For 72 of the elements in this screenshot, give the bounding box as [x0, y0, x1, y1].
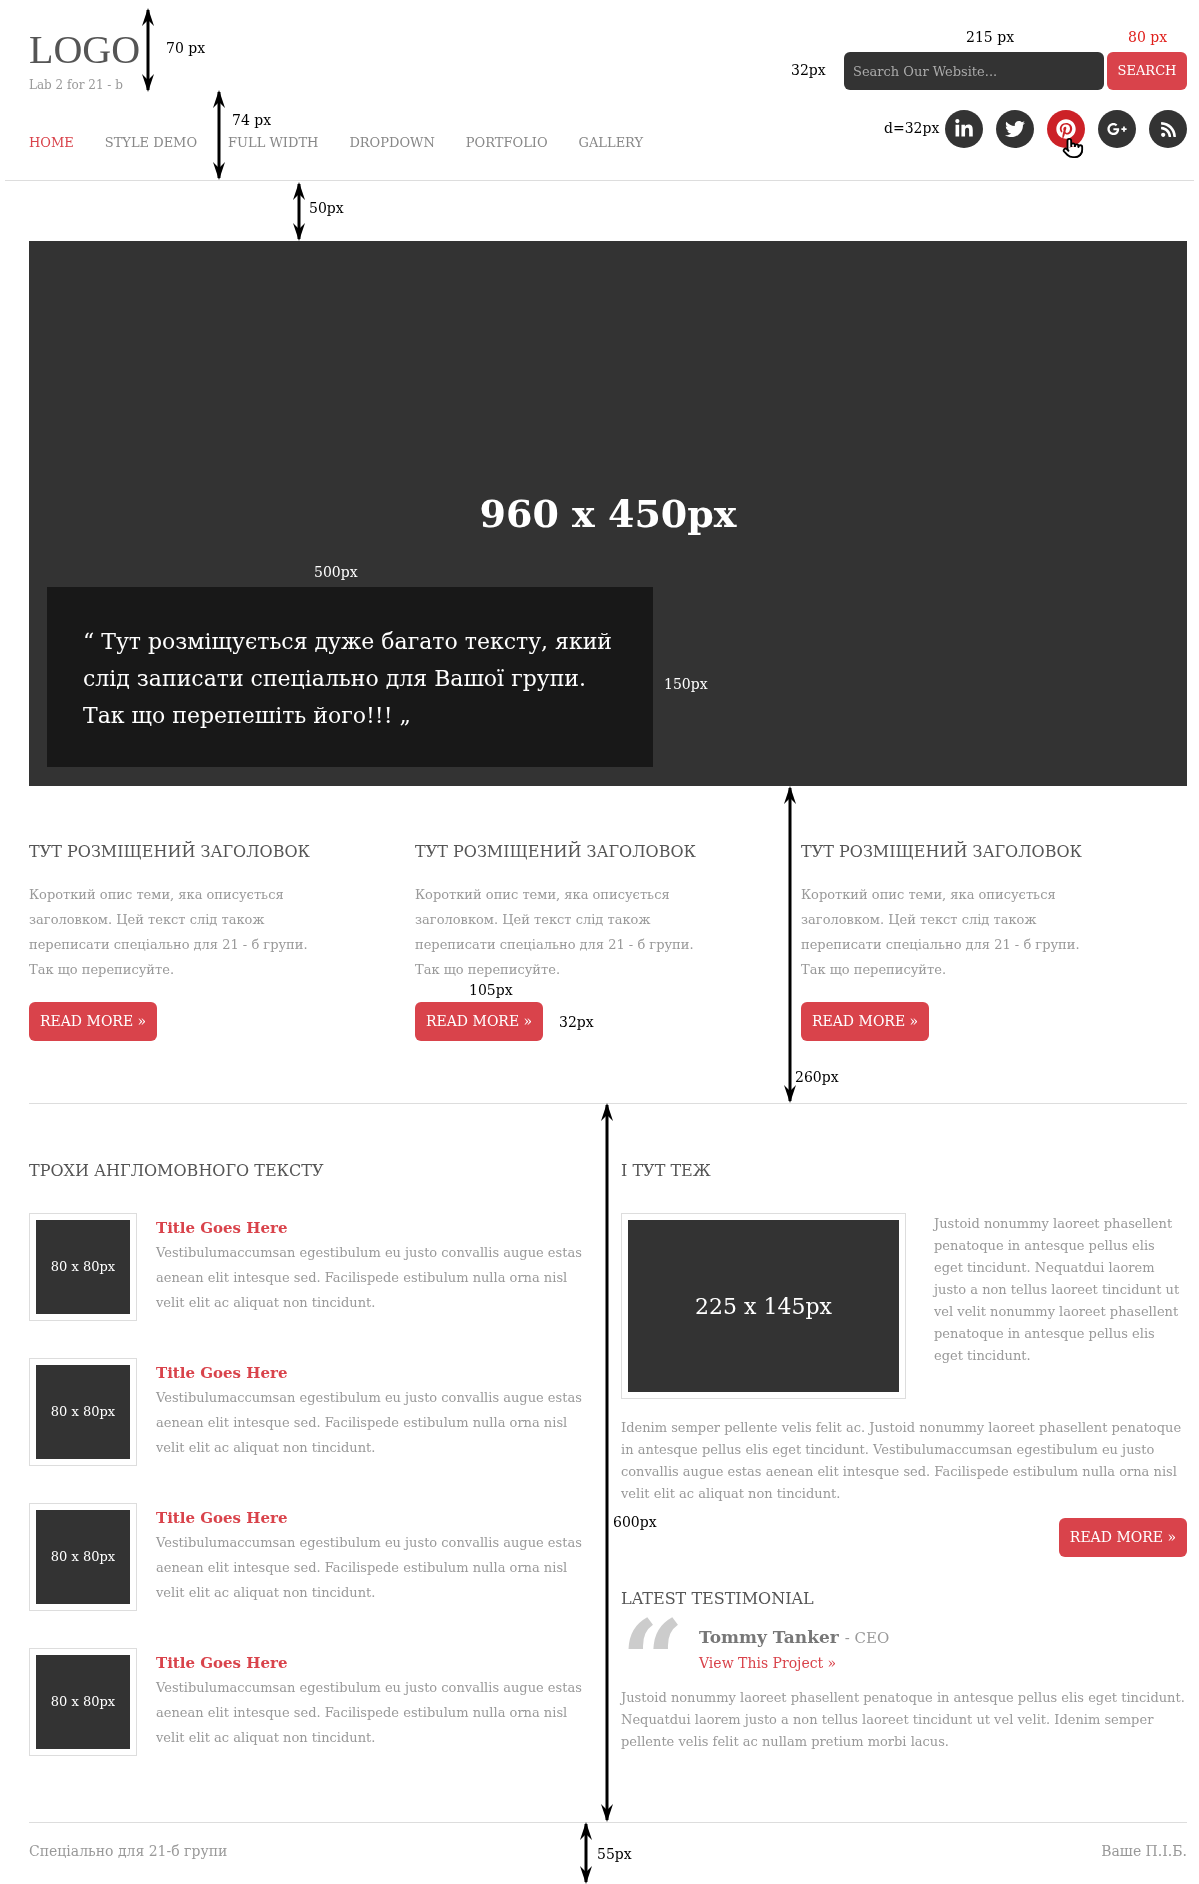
nav-link[interactable]: PORTFOLIO — [465, 133, 548, 153]
read-more-button[interactable]: READ MORE » — [415, 1002, 544, 1041]
social-button[interactable] — [1047, 110, 1085, 148]
dimension-label: 600px — [613, 1514, 657, 1530]
footer-author: Ваше П.І.Б. — [1101, 1842, 1187, 1861]
dimension-label: 55px — [597, 1846, 632, 1862]
dimension-label: 32px — [559, 1014, 594, 1030]
item-text: Vestibulumaccumsan egestibulum eu justo convallis augue estas aenean elit intesque sed. Facilispede estibulum nulla orna nisl velit elit ac aliquat non tincidunt. — [156, 1679, 583, 1747]
section-heading: І ТУТ ТЕЖ — [621, 1160, 712, 1182]
logo-text: LOGO — [29, 30, 141, 70]
dimension-label: d=32px — [884, 120, 940, 136]
dimension-label: 74 px — [232, 112, 272, 128]
item-text: Vestibulumaccumsan egestibulum eu justo convallis augue estas aenean elit intesque sed. Facilispede estibulum nulla orna nisl velit elit ac aliquat non tincidunt. — [156, 1244, 583, 1312]
section-heading: LATEST TESTIMONIAL — [621, 1588, 815, 1610]
search-button[interactable]: SEARCH — [1107, 52, 1187, 90]
item-text: Vestibulumaccumsan egestibulum eu justo convallis augue estas aenean elit intesque sed. Facilispede estibulum nulla orna nisl velit elit ac aliquat non tincidunt. — [156, 1534, 583, 1602]
item-text: Vestibulumaccumsan egestibulum eu justo convallis augue estas aenean elit intesque sed. Facilispede estibulum nulla orna nisl velit elit ac aliquat non tincidunt. — [156, 1389, 583, 1457]
social-button[interactable] — [945, 110, 983, 148]
thumbnail-size-label: 80 x 80px — [50, 1403, 116, 1422]
read-more-button[interactable]: READ MORE » — [1058, 1518, 1187, 1557]
feature-heading: ТУТ РОЗМІЩЕНИЙ ЗАГОЛОВОК — [415, 840, 697, 863]
nav-link[interactable]: FULL WIDTH — [228, 133, 319, 153]
dimension-label: 50px — [309, 200, 344, 216]
footer-text: Спеціально для 21-б групи — [29, 1842, 228, 1861]
dimension-label: 260px — [795, 1069, 839, 1085]
search-field[interactable]: Search Our Website... — [844, 52, 1104, 90]
nav-link[interactable]: STYLE DEMO — [104, 133, 198, 153]
thumbnail-size-label: 80 x 80px — [50, 1693, 116, 1712]
nav-link[interactable]: DROPDOWN — [349, 133, 435, 153]
linkedin-icon — [954, 119, 974, 139]
read-more-button[interactable]: READ MORE » — [29, 1002, 158, 1041]
dimension-label: 80 px — [1128, 29, 1168, 45]
side-text: Justoid nonummy laoreet phasellent penatoque in antesque pellus elis eget tincidunt. Nequatdui laorem justo a non tellus laoreet tincidunt ut vel velit nonummy laoreet phasellent penatoque in antesque pellus elis eget tincidunt. — [934, 1215, 1181, 1365]
item-title-link[interactable]: Title Goes Here — [156, 1217, 288, 1239]
thumbnail-size-label: 80 x 80px — [50, 1548, 116, 1567]
image-size-label: 225 x 145px — [695, 1292, 832, 1321]
bird-icon — [1005, 119, 1025, 139]
social-button[interactable] — [996, 110, 1034, 148]
section-heading: ТРОХИ АНГЛОМОВНОГО ТЕКСТУ — [29, 1160, 325, 1182]
rss-icon — [1159, 120, 1177, 138]
feature-heading: ТУТ РОЗМІЩЕНИЙ ЗАГОЛОВОК — [801, 840, 1083, 863]
view-project-link[interactable]: View This Project » — [699, 1652, 837, 1674]
dimension-label: 105px — [469, 982, 513, 998]
dimension-label: 150px — [664, 676, 708, 692]
logo-subtitle: Lab 2 for 21 - b — [29, 77, 124, 94]
feature-heading: ТУТ РОЗМІЩЕНИЙ ЗАГОЛОВОК — [29, 840, 311, 863]
testimonial-role: - CEO — [844, 1628, 890, 1649]
hero-size-label: 960 x 450px — [479, 490, 737, 538]
item-title-link[interactable]: Title Goes Here — [156, 1362, 288, 1384]
section-text: Idenim semper pellente velis felit ac. Justoid nonummy laoreet phasellent penatoque in antesque pellus elis eget tincidunt. Vestibulumaccumsan egestibulum eu justo convallis augue estas aenean elit intesque sed. Facilispede estibulum nulla orna nisl velit elit ac aliquat non tincidunt. — [621, 1419, 1183, 1503]
hand-cursor-icon — [1062, 136, 1084, 160]
dimension-label: 70 px — [166, 40, 206, 56]
feature-text: Короткий опис теми, яка описується заголовком. Цей текст слід також переписати спеціально для 21 - б групи. Так що переписуйте. — [415, 886, 695, 979]
testimonial-name: Tommy Tanker — [699, 1626, 839, 1649]
feature-text: Короткий опис теми, яка описується заголовком. Цей текст слід також переписати спеціально для 21 - б групи. Так що переписуйте. — [29, 886, 309, 979]
dimension-label: 500px — [314, 564, 358, 580]
hero-caption: “ Тут розміщується дуже багато тексту, який слід записати спеціально для Вашої групи. Так що перепешіть його!!! „ — [83, 628, 614, 730]
social-button[interactable] — [1149, 110, 1187, 148]
item-title-link[interactable]: Title Goes Here — [156, 1652, 288, 1674]
feature-text: Короткий опис теми, яка описується заголовком. Цей текст слід також переписати спеціально для 21 - б групи. Так що переписуйте. — [801, 886, 1081, 979]
dimension-arrow — [579, 1822, 593, 1884]
dimension-arrow — [292, 182, 306, 241]
social-button[interactable] — [1098, 110, 1136, 148]
dimension-label: 32px — [791, 62, 826, 78]
nav-link[interactable]: HOME — [29, 133, 74, 153]
testimonial-text: Justoid nonummy laoreet phasellent penatoque in antesque pellus elis eget tincidunt. Nequatdui laorem justo a non tellus laoreet tincidunt ut vel velit. Idenim semper pellente velis felit ac nullam pretium morbi lacus. — [621, 1689, 1186, 1751]
nav-link[interactable]: GALLERY — [578, 133, 644, 153]
item-title-link[interactable]: Title Goes Here — [156, 1507, 288, 1529]
read-more-button[interactable]: READ MORE » — [801, 1002, 930, 1041]
pinterest-icon — [1056, 119, 1076, 139]
dimension-label: 215 px — [966, 29, 1015, 45]
thumbnail-size-label: 80 x 80px — [50, 1258, 116, 1277]
